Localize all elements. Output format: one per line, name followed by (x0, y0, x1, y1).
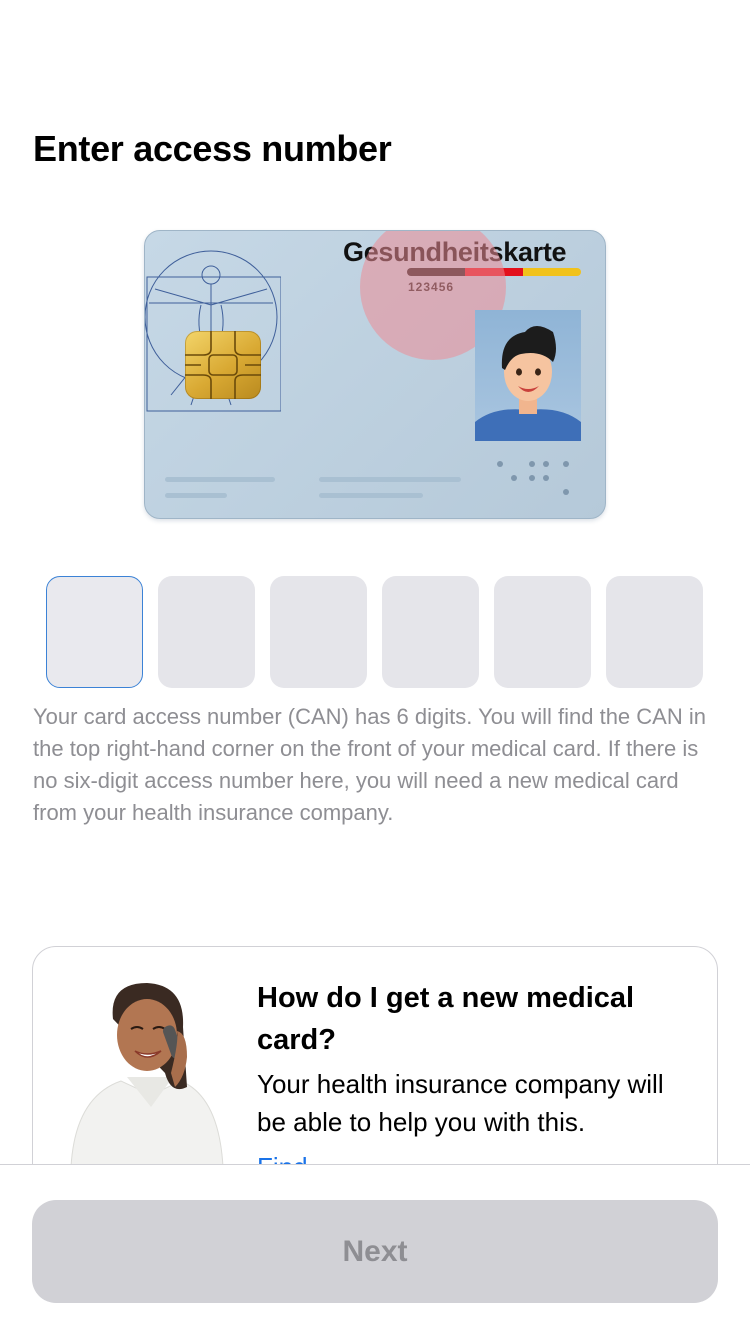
can-digit-box-2[interactable] (158, 576, 255, 688)
card-dot (563, 489, 569, 495)
can-digit-box-1[interactable] (46, 576, 143, 688)
info-card-title: How do I get a new medical card? (257, 982, 635, 1056)
card-dot (497, 461, 503, 467)
can-input-row (46, 576, 703, 688)
card-text-line (165, 477, 275, 482)
info-card-body: Your health insurance company will be ab… (257, 1069, 664, 1137)
can-digit-box-4[interactable] (382, 576, 479, 688)
next-button[interactable]: Next (32, 1200, 718, 1303)
card-dot (563, 461, 569, 467)
card-dot (511, 475, 517, 481)
bottom-action-bar: Next (0, 1164, 750, 1334)
card-dot (529, 461, 535, 467)
card-dot (543, 461, 549, 467)
can-digit-box-6[interactable] (606, 576, 703, 688)
can-digit-box-5[interactable] (494, 576, 591, 688)
can-help-text: Your card access number (CAN) has 6 digi… (33, 704, 706, 825)
smartcard-chip (185, 331, 261, 399)
card-text-line (319, 493, 423, 498)
page-title: Enter access number (33, 128, 392, 169)
health-card-illustration: Gesundheitskarte 123456 (144, 230, 606, 519)
card-dot (529, 475, 535, 481)
can-digit-box-3[interactable] (270, 576, 367, 688)
card-dot (543, 475, 549, 481)
person-on-phone-illustration (70, 983, 224, 1167)
card-text-line (319, 477, 461, 482)
card-holder-photo (475, 310, 581, 441)
card-text-line (165, 493, 227, 498)
page: Enter access number Your card access num… (0, 0, 750, 1334)
